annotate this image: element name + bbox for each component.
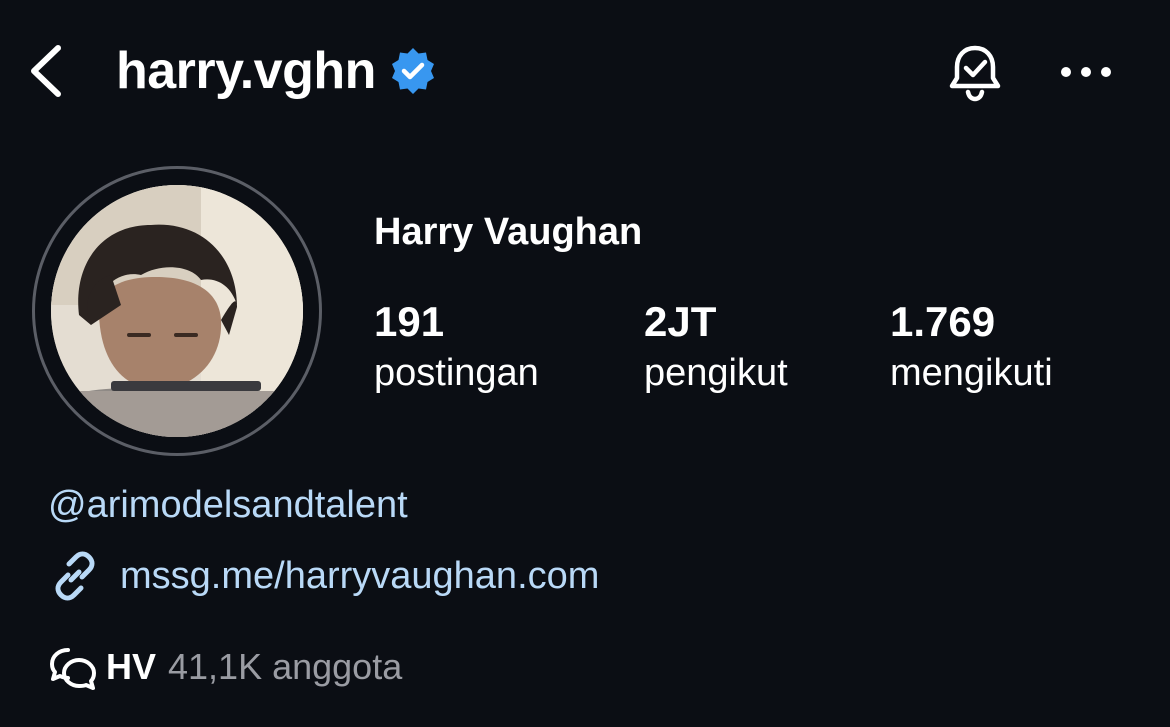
username: harry.vghn bbox=[116, 42, 376, 100]
back-button[interactable] bbox=[22, 42, 70, 100]
channel-member-count: 41,1K anggota bbox=[168, 646, 403, 687]
more-options-button[interactable] bbox=[1056, 52, 1116, 92]
chevron-left-icon bbox=[31, 45, 61, 97]
following-label: mengikuti bbox=[890, 352, 1053, 394]
following-count: 1.769 bbox=[890, 298, 996, 345]
verified-badge-icon bbox=[388, 46, 438, 96]
channel-name: HV bbox=[106, 646, 157, 687]
bell-check-icon bbox=[949, 45, 1001, 102]
bio-website-link[interactable]: mssg.me/harryvaughan.com bbox=[48, 548, 599, 604]
link-icon bbox=[48, 549, 102, 603]
stat-followers[interactable]: 2JT pengikut bbox=[644, 296, 788, 398]
bio-mention-link[interactable]: @arimodelsandtalent bbox=[48, 480, 408, 530]
posts-label: postingan bbox=[374, 352, 539, 394]
posts-count: 191 bbox=[374, 298, 445, 345]
profile-photo bbox=[51, 185, 303, 437]
profile-full-name: Harry Vaughan bbox=[374, 211, 643, 253]
profile-page: harry.vghn Harry Vaughan 191 postingan 2… bbox=[0, 0, 1170, 727]
broadcast-channel[interactable]: HV 41,1K anggota bbox=[48, 640, 402, 694]
website-url: mssg.me/harryvaughan.com bbox=[120, 555, 600, 597]
username-header: harry.vghn bbox=[116, 38, 438, 104]
followers-count: 2JT bbox=[644, 298, 717, 345]
more-horizontal-icon bbox=[1061, 67, 1111, 77]
followers-label: pengikut bbox=[644, 352, 788, 394]
profile-avatar-ring[interactable] bbox=[32, 166, 322, 456]
stat-posts[interactable]: 191 postingan bbox=[374, 296, 539, 398]
chat-bubbles-icon bbox=[48, 642, 98, 692]
stat-following[interactable]: 1.769 mengikuti bbox=[890, 296, 1053, 398]
notification-bell-button[interactable] bbox=[940, 38, 1010, 108]
